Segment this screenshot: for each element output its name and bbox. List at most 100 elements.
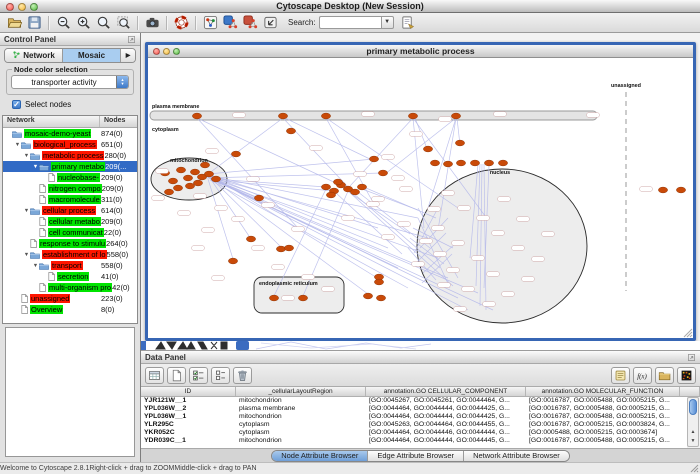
tab-edge-attribute-browser[interactable]: Edge Attribute Browser [368,451,464,461]
select-attributes-icon[interactable] [145,367,164,384]
network-node-label[interactable] [310,146,323,151]
tab-overflow-arrow-icon[interactable]: ▶ [121,49,135,62]
network-node-label[interactable] [382,235,395,240]
network-node[interactable] [246,236,255,242]
zoom-button[interactable] [30,3,38,11]
tree-row[interactable]: multi-organism pro42(0) [3,282,137,293]
tree-row[interactable]: response to stimulu264(0) [3,238,137,249]
network-node[interactable] [430,160,439,166]
network-node-label[interactable] [233,113,246,118]
network-node-label[interactable] [498,197,511,202]
network-node-label[interactable] [462,287,475,292]
network-node-label[interactable] [382,155,395,160]
app-titlebar[interactable]: Cytoscape Desktop (New Session) [0,0,700,13]
delete-attribute-icon[interactable] [233,367,252,384]
network-node-label[interactable] [522,277,535,282]
network-node[interactable] [286,128,295,134]
network-node-label[interactable] [587,113,600,118]
network-node[interactable] [455,140,464,146]
network-window-resize-grip[interactable] [684,329,692,337]
network-manager-icon[interactable] [200,14,220,31]
network-node[interactable] [350,189,359,195]
network-node[interactable] [321,184,330,190]
tree-column-network[interactable]: Network [3,116,100,127]
network-node[interactable] [168,178,177,184]
tree-row[interactable]: nucleobase-209(0) [3,172,137,183]
network-node-label[interactable] [156,169,169,174]
network-node-label[interactable] [517,217,530,222]
network-node-label[interactable] [282,296,295,301]
tree-row[interactable]: cell communicat22(0) [3,227,137,238]
network-node-label[interactable] [398,222,411,227]
network-node-label[interactable] [487,272,500,277]
disclosure-triangle-icon[interactable]: ▼ [23,153,30,159]
tree-row[interactable]: ▼primary metabo209(... [3,161,137,172]
zoom-selected-icon[interactable] [113,14,133,31]
table-column-header[interactable]: annotation.GO MOLECULAR_FUNCTION [526,387,680,396]
network-node[interactable] [451,113,460,119]
table-row[interactable]: YPL036W__2plasma membrane[GO:0044464, GO… [141,405,687,413]
network-node[interactable] [357,184,366,190]
network-node-label[interactable] [472,256,485,261]
network-canvas[interactable]: plasma membranemitochondrionnucleusendop… [148,58,693,338]
network-node[interactable] [376,295,385,301]
network-view-window[interactable]: primary metabolic process plasma membran… [145,42,696,341]
network-node[interactable] [254,195,263,201]
network-node-label[interactable] [458,206,471,211]
network-node[interactable] [269,295,278,301]
network-node[interactable] [192,113,201,119]
tab-network-attribute-browser[interactable]: Network Attribute Browser [464,451,569,461]
network-node-label[interactable] [367,202,380,207]
float-panel-icon[interactable] [687,353,696,362]
network-node-label[interactable] [342,216,355,221]
table-scrollbar[interactable]: ▲ ▼ [687,397,699,447]
formula-builder-icon[interactable]: f(x) [633,367,652,384]
network-node-label[interactable] [247,177,260,182]
network-node[interactable] [484,160,493,166]
network-node[interactable] [190,169,199,175]
network-node-label[interactable] [272,265,285,270]
network-node-label[interactable] [477,216,490,221]
table-column-header[interactable]: ID [141,387,236,396]
network-node[interactable] [374,279,383,285]
node-color-dropdown[interactable]: transporter activity ▴▾ [11,75,129,89]
network-node-label[interactable] [152,196,165,201]
network-node-label[interactable] [447,268,460,273]
tab-mosaic[interactable]: Mosaic [63,49,121,62]
network-node[interactable] [164,189,173,195]
scroll-down-icon[interactable]: ▼ [688,437,698,446]
network-node-label[interactable] [192,246,205,251]
tree-row[interactable]: Overview8(0) [3,304,137,315]
window-resize-grip[interactable] [689,463,699,473]
save-session-icon[interactable] [24,14,44,31]
attribute-editor-icon[interactable] [611,367,630,384]
scroll-up-icon[interactable]: ▲ [688,428,698,437]
network-node-label[interactable] [492,231,505,236]
network-node-label[interactable] [262,203,275,208]
tree-row[interactable]: macromolecule311(0) [3,194,137,205]
network-node[interactable] [423,146,432,152]
network-node-label[interactable] [442,191,455,196]
network-node-label[interactable] [439,117,452,122]
table-row[interactable]: YDR039C__1mitochondrion[GO:0044464, GO:0… [141,437,687,445]
network-node-label[interactable] [483,302,496,307]
matrix-view-icon[interactable] [677,367,696,384]
network-node[interactable] [183,175,192,181]
tree-row[interactable]: ▼transport558(0) [3,260,137,271]
network-node-label[interactable] [215,206,228,211]
table-row[interactable]: YLR295Ccytoplasm[GO:0045263, GO:0044464,… [141,421,687,429]
import-table-icon[interactable] [655,367,674,384]
network-node[interactable] [443,161,452,167]
create-attribute-icon[interactable] [167,367,186,384]
network-node-label[interactable] [438,283,451,288]
vizmapper-blue-icon[interactable] [220,14,240,31]
network-minimize-button[interactable] [163,48,170,55]
table-column-header[interactable]: _cellularLayoutRegion [236,387,366,396]
tree-row[interactable]: nitrogen compo209(0) [3,183,137,194]
network-node[interactable] [284,245,293,251]
tree-column-nodes[interactable]: Nodes [100,116,137,127]
help-lifering-icon[interactable] [171,14,191,31]
disclosure-triangle-icon[interactable]: ▼ [32,263,39,269]
network-node-label[interactable] [362,112,375,117]
tree-row[interactable]: cellular metabo209(0) [3,216,137,227]
